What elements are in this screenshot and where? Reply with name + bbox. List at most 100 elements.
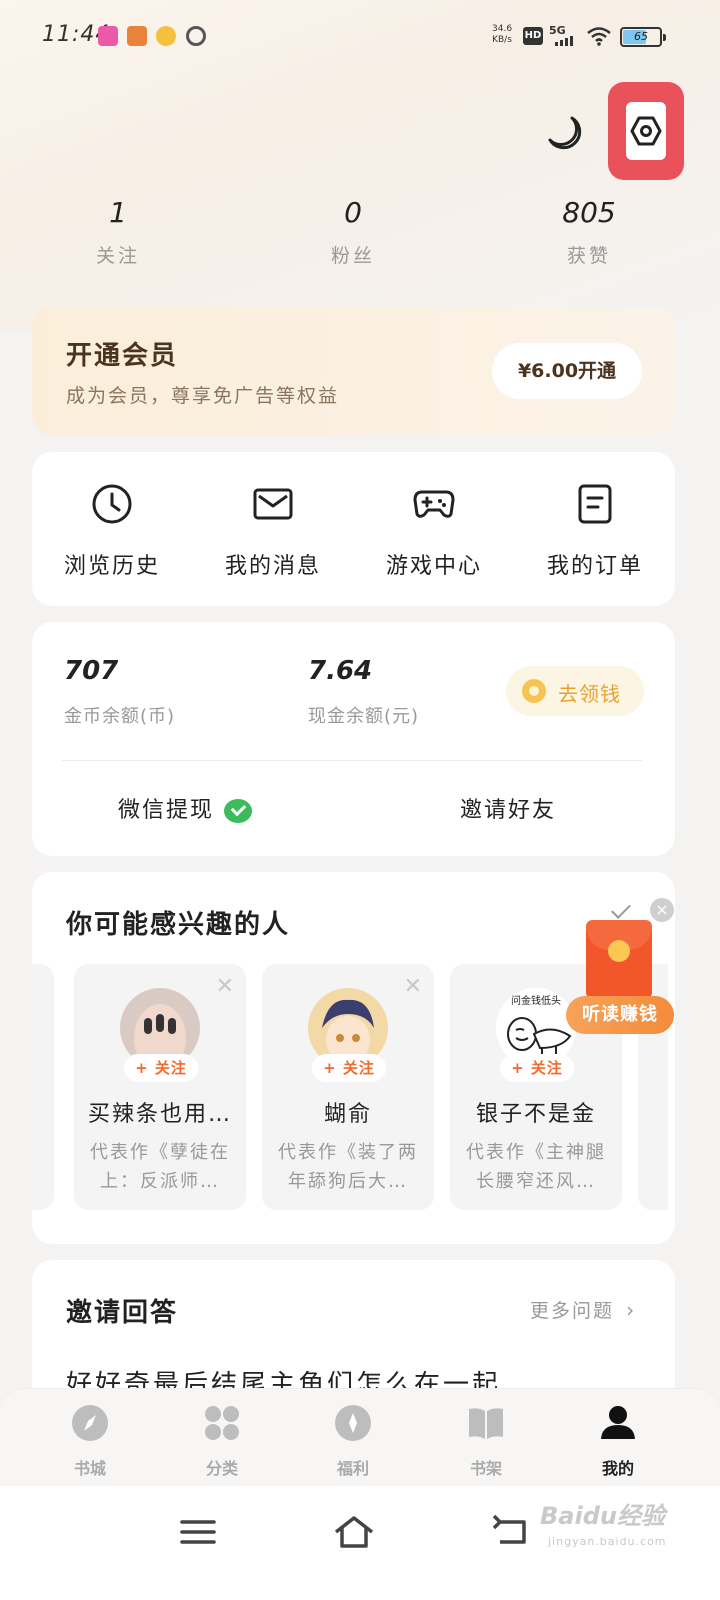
wechat-withdraw-link[interactable]: 微信提现 <box>118 792 253 824</box>
nav-item-category[interactable]: 分类 <box>172 1403 272 1479</box>
settings-button-inner <box>626 102 666 160</box>
nav-label: 书架 <box>469 1459 502 1478</box>
wallet-card: 707 金币余额(币) 7.64 现金余额(元) 去领钱 微信提现 邀请好友 <box>32 622 675 856</box>
gamepad-icon <box>413 490 455 518</box>
app-notification-icon <box>127 26 147 46</box>
person-work: 代表作《主神腿长腰窄还风… <box>466 1142 606 1192</box>
mail-icon <box>253 488 293 520</box>
vip-open-button[interactable]: ¥6.00开通 <box>492 343 642 399</box>
gift-icon <box>335 1405 371 1441</box>
interest-title: 你可能感兴趣的人 <box>66 910 291 940</box>
person-card[interactable]: ✕ + 关注 买辣条也用… 代表作《孽徒在上：反派师… <box>74 964 246 1210</box>
quick-action-label: 我的消息 <box>224 554 321 579</box>
divider <box>62 760 642 761</box>
invite-friends-link[interactable]: 邀请好友 <box>460 792 556 824</box>
grid-icon <box>205 1406 239 1440</box>
chevron-right-icon: › <box>626 1298 637 1322</box>
stat-label: 关注 <box>95 245 140 267</box>
quick-action-messages[interactable]: 我的消息 <box>193 482 353 580</box>
red-packet-icon[interactable] <box>586 920 652 1000</box>
menu-icon[interactable] <box>176 1512 220 1552</box>
clock-icon <box>92 484 132 524</box>
compass-icon <box>72 1405 108 1441</box>
settings-button[interactable] <box>608 82 684 180</box>
hd-icon: HD <box>523 27 543 45</box>
nav-item-bookstore[interactable]: 书城 <box>40 1403 140 1479</box>
network-speed-value: 34.6 <box>492 24 513 34</box>
follow-button[interactable]: + 关注 <box>500 1054 574 1082</box>
status-bar: 11:44 34.6 KB/s HD 5G 65 <box>0 0 720 76</box>
wifi-icon <box>587 27 611 46</box>
gear-icon <box>630 116 662 146</box>
quick-action-games[interactable]: 游戏中心 <box>354 482 514 580</box>
nav-label: 福利 <box>336 1459 369 1478</box>
claim-money-button[interactable]: 去领钱 <box>506 666 644 716</box>
listen-earn-button[interactable]: 听读赚钱 <box>566 996 674 1034</box>
network-speed: 34.6 KB/s <box>492 24 512 46</box>
user-icon <box>601 1406 635 1439</box>
more-questions-link[interactable]: 更多问题 › <box>530 1296 636 1323</box>
app-notification-icon <box>98 26 118 46</box>
cash-balance-label: 现金余额(元) <box>308 706 420 727</box>
more-questions-label: 更多问题 <box>530 1300 615 1322</box>
person-card[interactable]: ✕ + 关注 蝴俞 代表作《装了两年舔狗后大… <box>262 964 434 1210</box>
coin-balance: 707 <box>64 656 119 686</box>
stat-value: 1 <box>109 196 127 229</box>
stat-likes[interactable]: 805 获赞 <box>529 196 649 268</box>
watermark-domain: jingyan.baidu.com <box>548 1535 667 1548</box>
battery-level: 65 <box>634 30 648 43</box>
nav-label: 分类 <box>205 1459 238 1478</box>
close-icon[interactable]: ✕ <box>216 974 234 999</box>
stat-following[interactable]: 1 关注 <box>58 196 178 268</box>
wechat-icon <box>224 799 253 823</box>
claim-money-label: 去领钱 <box>558 682 621 706</box>
network-speed-unit: KB/s <box>492 35 512 45</box>
follow-button[interactable]: + 关注 <box>312 1054 386 1082</box>
nav-item-mine[interactable]: 我的 <box>568 1403 668 1479</box>
quick-action-orders[interactable]: 我的订单 <box>515 482 675 580</box>
person-name: 银子不是金 <box>475 1102 596 1127</box>
stat-followers[interactable]: 0 粉丝 <box>293 196 413 268</box>
weibo-icon <box>156 26 176 46</box>
person-work: 代表作《孽徒在上：反派师… <box>90 1142 230 1192</box>
quick-action-history[interactable]: 浏览历史 <box>32 482 192 580</box>
book-icon <box>469 1408 503 1439</box>
order-icon <box>578 484 612 524</box>
stat-label: 粉丝 <box>330 245 375 267</box>
back-icon[interactable] <box>490 1512 534 1552</box>
coin-icon <box>522 679 546 703</box>
person-work: 代表作《装了两年舔狗后大… <box>278 1142 418 1192</box>
nav-label: 我的 <box>601 1459 634 1478</box>
coin-icon <box>608 940 630 962</box>
night-mode-button[interactable] <box>542 110 588 156</box>
follow-button[interactable]: + 关注 <box>124 1054 198 1082</box>
quick-actions-card: 浏览历史 我的消息 游戏中心 我的订单 <box>32 452 675 606</box>
signal-icon <box>555 36 579 46</box>
stat-label: 获赞 <box>566 245 611 267</box>
vip-card[interactable]: 开通会员 成为会员，尊享免广告等权益 ¥6.00开通 <box>32 307 675 435</box>
quick-action-label: 我的订单 <box>546 554 643 579</box>
home-icon[interactable] <box>332 1512 376 1552</box>
quick-action-label: 游戏中心 <box>385 554 482 579</box>
person-name: 买辣条也用… <box>87 1102 232 1127</box>
nav-item-bookshelf[interactable]: 书架 <box>436 1403 536 1479</box>
stat-value: 805 <box>562 196 616 229</box>
nav-item-welfare[interactable]: 福利 <box>303 1403 403 1479</box>
close-icon[interactable]: × <box>650 898 674 922</box>
invite-answers-title: 邀请回答 <box>66 1298 179 1328</box>
vip-description: 成为会员，尊享免广告等权益 <box>66 385 340 407</box>
vip-title: 开通会员 <box>66 341 179 371</box>
nav-label: 书城 <box>73 1459 106 1478</box>
cash-balance: 7.64 <box>308 656 373 686</box>
bottom-nav: 书城 分类 福利 书架 我的 <box>0 1388 720 1486</box>
watermark-logo: Baidu经验 <box>540 1502 665 1530</box>
battery-icon: 65 <box>620 27 666 47</box>
coin-balance-label: 金币余额(币) <box>64 706 176 727</box>
meme-caption: 问金钱低头 <box>511 996 561 1007</box>
interest-people-card: 你可能感兴趣的人 ✕ + 关注 买辣条也用… 代表作《孽徒在上：反派师… ✕ +… <box>32 872 675 1244</box>
wechat-withdraw-label: 微信提现 <box>118 798 215 823</box>
close-icon[interactable]: ✕ <box>404 974 422 999</box>
person-name: 蝴俞 <box>323 1102 372 1127</box>
moon-icon <box>548 116 582 150</box>
partial-card-left <box>32 964 54 1210</box>
